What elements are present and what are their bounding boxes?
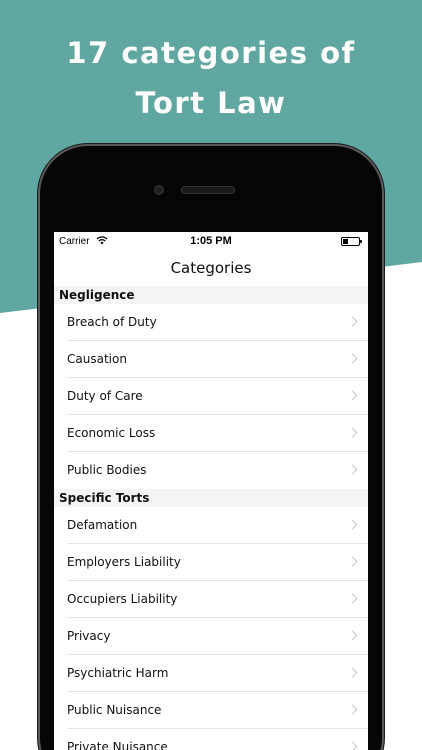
list-item-label: Psychiatric Harm	[67, 666, 169, 680]
list-item[interactable]: Public Bodies	[54, 452, 368, 489]
list-item-label: Causation	[67, 352, 127, 366]
chevron-right-icon	[347, 667, 358, 678]
earpiece-speaker	[181, 186, 235, 194]
front-camera	[154, 185, 164, 195]
headline-line-2: Tort Law	[135, 86, 287, 120]
list-item[interactable]: Causation	[54, 341, 368, 378]
list-item-label: Breach of Duty	[67, 315, 157, 329]
chevron-right-icon	[347, 316, 358, 327]
list-item[interactable]: Psychiatric Harm	[54, 655, 368, 692]
chevron-right-icon	[347, 353, 358, 364]
list-item[interactable]: Private Nuisance	[54, 729, 368, 750]
section-negligence: Negligence Breach of Duty Causation Duty…	[54, 286, 368, 489]
chevron-right-icon	[347, 427, 358, 438]
battery-icon	[341, 237, 362, 246]
section-specific-torts: Specific Torts Defamation Employers Liab…	[54, 489, 368, 750]
section-header: Negligence	[54, 286, 368, 304]
list-item-label: Occupiers Liability	[67, 592, 178, 606]
list-item-label: Duty of Care	[67, 389, 143, 403]
headline-line-1: 17 categories of	[66, 36, 356, 70]
chevron-right-icon	[347, 741, 358, 750]
list-item[interactable]: Public Nuisance	[54, 692, 368, 729]
list-item-label: Employers Liability	[67, 555, 181, 569]
chevron-right-icon	[347, 630, 358, 641]
list-item[interactable]: Privacy	[54, 618, 368, 655]
nav-title: Categories	[170, 259, 252, 277]
phone-screen: Carrier 1:05 PM Categories Negligence Br…	[54, 232, 368, 750]
list-item[interactable]: Duty of Care	[54, 378, 368, 415]
list-item[interactable]: Employers Liability	[54, 544, 368, 581]
list-item-label: Private Nuisance	[67, 740, 168, 750]
status-time: 1:05 PM	[190, 235, 232, 247]
list-item[interactable]: Defamation	[54, 507, 368, 544]
list-item-label: Defamation	[67, 518, 138, 532]
status-bar: Carrier 1:05 PM	[54, 232, 368, 250]
chevron-right-icon	[347, 390, 358, 401]
list-item-label: Public Bodies	[67, 463, 147, 477]
chevron-right-icon	[347, 704, 358, 715]
section-header: Specific Torts	[54, 489, 368, 507]
chevron-right-icon	[347, 593, 358, 604]
list-item[interactable]: Economic Loss	[54, 415, 368, 452]
list-item-label: Public Nuisance	[67, 703, 162, 717]
chevron-right-icon	[347, 464, 358, 475]
chevron-right-icon	[347, 519, 358, 530]
list-item-label: Economic Loss	[67, 426, 156, 440]
chevron-right-icon	[347, 556, 358, 567]
marketing-headline: 17 categories of Tort Law	[0, 28, 422, 128]
list-item[interactable]: Occupiers Liability	[54, 581, 368, 618]
list-item-label: Privacy	[67, 629, 111, 643]
list-item[interactable]: Breach of Duty	[54, 304, 368, 341]
